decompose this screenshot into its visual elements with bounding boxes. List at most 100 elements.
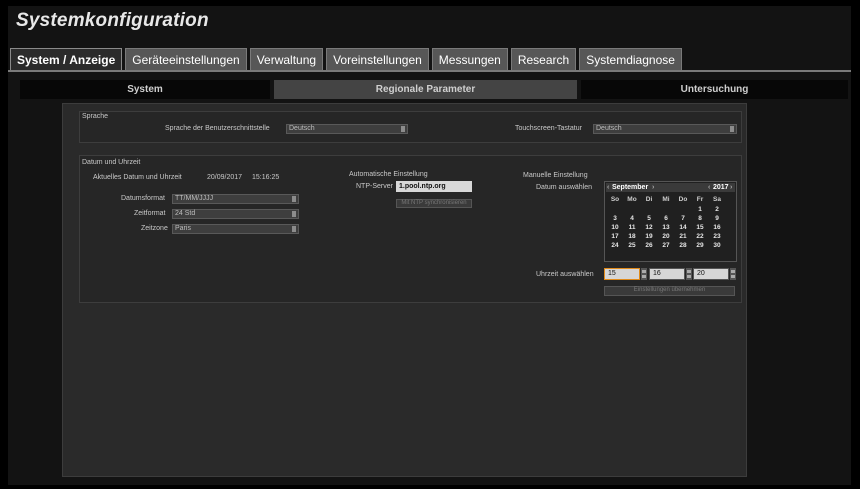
- calendar-week: 1 2: [606, 205, 735, 214]
- calendar-week: 3 4 5 6 7 8 9: [606, 214, 735, 223]
- up-arrow-icon: [642, 270, 646, 273]
- calendar-day[interactable]: 6: [657, 214, 675, 223]
- subtab-regionale-parameter[interactable]: Regionale Parameter: [274, 80, 577, 99]
- calendar-day[interactable]: 16: [708, 223, 726, 232]
- up-arrow-icon: [687, 270, 691, 273]
- second-spinner[interactable]: 20: [693, 268, 729, 280]
- next-year-icon[interactable]: ›: [730, 183, 732, 192]
- minute-spinner[interactable]: 16: [649, 268, 685, 280]
- tab-geraeteeinstellungen[interactable]: Geräteeinstellungen: [125, 48, 247, 70]
- touchscreen-select[interactable]: Deutsch: [593, 124, 737, 134]
- hour-spinner[interactable]: 15: [604, 268, 640, 280]
- chevron-down-icon: [292, 226, 296, 232]
- dateformat-label: Datumsformat: [121, 195, 165, 202]
- calendar-month[interactable]: September: [612, 183, 648, 192]
- calendar-day[interactable]: 9: [708, 214, 726, 223]
- down-arrow-icon: [687, 275, 691, 278]
- calendar-day[interactable]: 8: [691, 214, 709, 223]
- prev-year-icon[interactable]: ‹: [708, 183, 710, 192]
- ntp-server-input[interactable]: 1.pool.ntp.org: [396, 181, 472, 192]
- calendar-week: 24 25 26 27 28 29 30: [606, 241, 735, 250]
- tab-research[interactable]: Research: [510, 48, 577, 70]
- tab-messungen[interactable]: Messungen: [431, 48, 508, 70]
- calendar-day[interactable]: 5: [640, 214, 658, 223]
- dateformat-select[interactable]: TT/MM/JJJJ: [172, 194, 299, 204]
- calendar: ‹ September › ‹ 2017 › So Mo Di Mi Do Fr…: [604, 181, 737, 262]
- tab-verwaltung[interactable]: Verwaltung: [249, 48, 324, 70]
- calendar-day[interactable]: 17: [606, 232, 624, 241]
- tab-underline: [8, 70, 851, 72]
- auto-heading: Automatische Einstellung: [349, 171, 428, 178]
- datetime-heading: Datum und Uhrzeit: [82, 159, 141, 166]
- calendar-day[interactable]: 23: [708, 232, 726, 241]
- weekday-label: Fr: [696, 196, 704, 203]
- tab-voreinstellungen[interactable]: Voreinstellungen: [326, 48, 429, 70]
- down-arrow-icon: [642, 275, 646, 278]
- calendar-day[interactable]: 15: [691, 223, 709, 232]
- current-datetime-label: Aktuelles Datum und Uhrzeit: [93, 174, 182, 181]
- second-stepper[interactable]: [730, 268, 736, 280]
- current-time-value: 15:16:25: [252, 174, 280, 181]
- calendar-day[interactable]: 30: [708, 241, 726, 250]
- subtab-untersuchung[interactable]: Untersuchung: [581, 80, 848, 99]
- ui-language-select[interactable]: Deutsch: [286, 124, 408, 134]
- chevron-down-icon: [292, 211, 296, 217]
- calendar-day[interactable]: 7: [674, 214, 692, 223]
- calendar-day[interactable]: 4: [623, 214, 641, 223]
- calendar-day[interactable]: 10: [606, 223, 624, 232]
- calendar-day[interactable]: 20: [657, 232, 675, 241]
- calendar-year[interactable]: 2017: [713, 183, 729, 192]
- date-select-label: Datum auswählen: [536, 184, 593, 191]
- weekday-label: Do: [678, 196, 688, 203]
- calendar-day[interactable]: 21: [674, 232, 692, 241]
- next-month-icon[interactable]: ›: [652, 183, 654, 192]
- subtab-system[interactable]: System: [20, 80, 270, 99]
- weekday-label: Di: [645, 196, 653, 203]
- calendar-day[interactable]: 3: [606, 214, 624, 223]
- weekday-label: Mi: [662, 196, 670, 203]
- chevron-down-icon: [401, 126, 405, 132]
- down-arrow-icon: [731, 275, 735, 278]
- calendar-week: 10 11 12 13 14 15 16: [606, 223, 735, 232]
- calendar-day[interactable]: 13: [657, 223, 675, 232]
- manual-heading: Manuelle Einstellung: [523, 172, 588, 179]
- calendar-day[interactable]: 24: [606, 241, 624, 250]
- calendar-weekdays: So Mo Di Mi Do Fr Sa: [606, 195, 735, 204]
- timezone-select[interactable]: Paris: [172, 224, 299, 234]
- tab-systemdiagnose[interactable]: Systemdiagnose: [579, 48, 682, 70]
- calendar-day[interactable]: 22: [691, 232, 709, 241]
- up-arrow-icon: [731, 270, 735, 273]
- chevron-down-icon: [292, 196, 296, 202]
- timeformat-label: Zeitformat: [134, 210, 166, 217]
- calendar-day[interactable]: 11: [623, 223, 641, 232]
- calendar-day[interactable]: 19: [640, 232, 658, 241]
- calendar-day[interactable]: 25: [623, 241, 641, 250]
- calendar-day[interactable]: 26: [640, 241, 658, 250]
- calendar-day[interactable]: 27: [657, 241, 675, 250]
- timeformat-select[interactable]: 24 Std: [172, 209, 299, 219]
- sprache-heading: Sprache: [82, 113, 109, 120]
- calendar-day[interactable]: 12: [640, 223, 658, 232]
- calendar-week: 17 18 19 20 21 22 23: [606, 232, 735, 241]
- weekday-label: So: [610, 196, 620, 203]
- ntp-server-label: NTP-Server: [356, 183, 393, 190]
- apply-datetime-button[interactable]: Einstellungen übernehmen: [604, 286, 735, 296]
- weekday-label: Sa: [713, 196, 721, 203]
- hour-stepper[interactable]: [641, 268, 647, 280]
- chevron-down-icon: [730, 126, 734, 132]
- ntp-sync-button[interactable]: Mit NTP synchronisieren: [396, 199, 472, 208]
- ui-language-label: Sprache der Benutzerschnittstelle: [165, 125, 270, 132]
- weekday-label: Mo: [627, 196, 637, 203]
- main-tabs: System / Anzeige Geräteeinstellungen Ver…: [10, 48, 685, 70]
- calendar-day[interactable]: 14: [674, 223, 692, 232]
- app-title: Systemkonfiguration: [16, 10, 209, 31]
- prev-month-icon[interactable]: ‹: [607, 183, 609, 192]
- minute-stepper[interactable]: [686, 268, 692, 280]
- calendar-day[interactable]: 28: [674, 241, 692, 250]
- calendar-day[interactable]: 2: [708, 205, 726, 214]
- calendar-day[interactable]: 29: [691, 241, 709, 250]
- current-date-value: 20/09/2017: [207, 174, 243, 181]
- calendar-day[interactable]: 1: [691, 205, 709, 214]
- calendar-day[interactable]: 18: [623, 232, 641, 241]
- tab-system-anzeige[interactable]: System / Anzeige: [10, 48, 123, 70]
